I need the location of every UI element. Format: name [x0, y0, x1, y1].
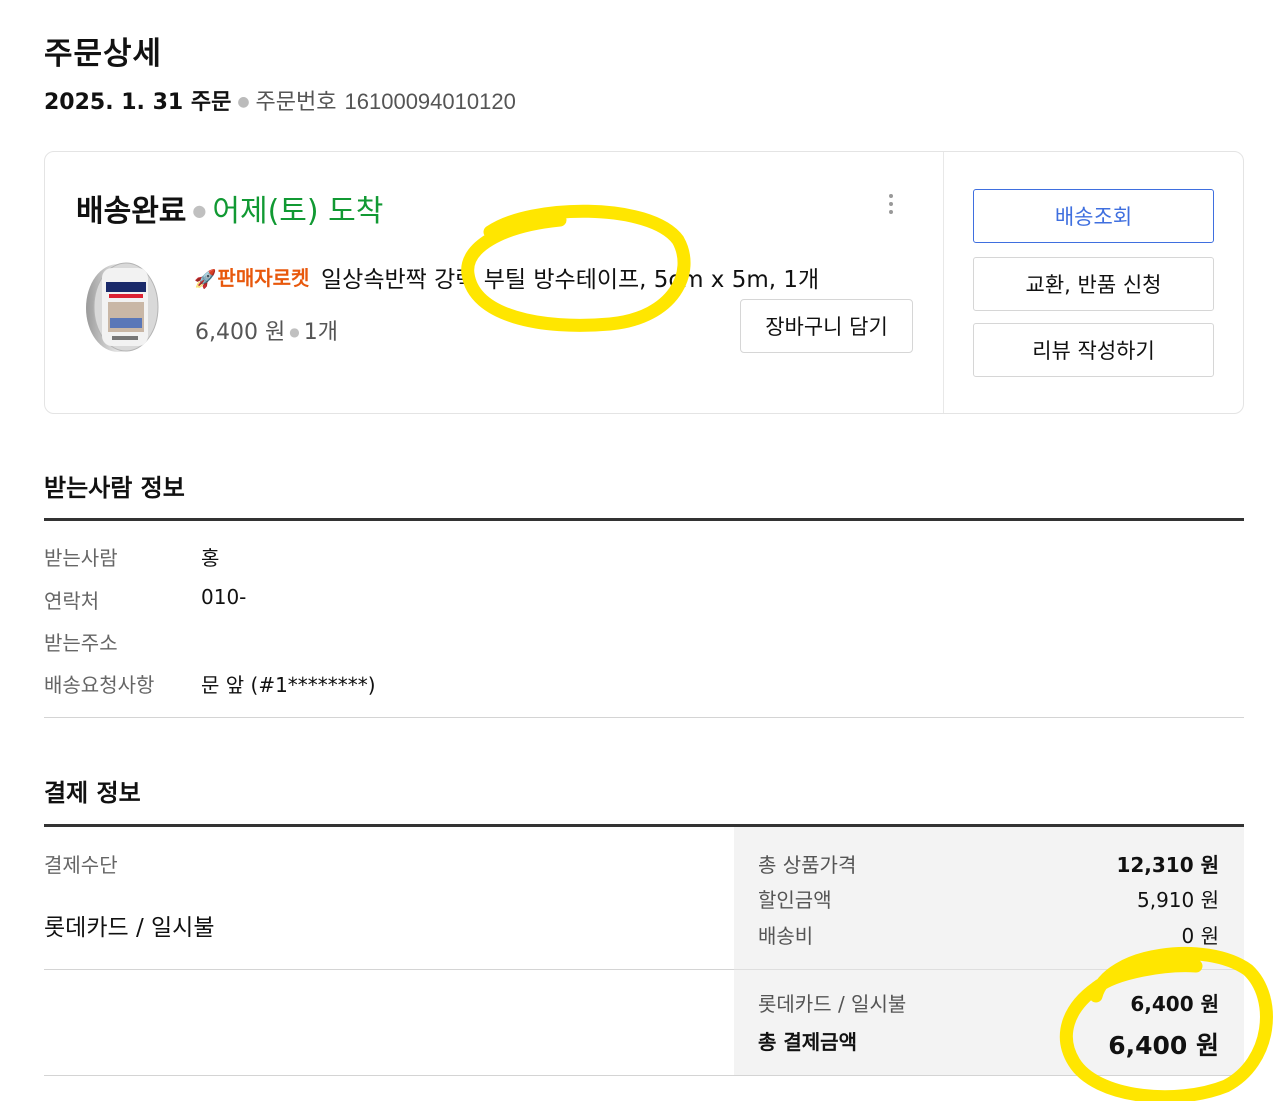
contact-label: 연락처	[44, 589, 100, 613]
badge-label: 판매자로켓	[217, 266, 310, 290]
delivery-request-label: 배송요청사항	[44, 673, 155, 697]
seller-rocket-badge: 🚀판매자로켓	[194, 262, 309, 291]
product-price-line: 6,400 원 ● 1개	[195, 314, 338, 346]
product-quantity: 1개	[303, 320, 338, 345]
section-divider	[44, 1075, 1244, 1076]
product-image[interactable]	[82, 260, 162, 355]
recipient-name-value: 홍	[201, 546, 220, 570]
order-card: 배송완료 ● 어제(토) 도착 🚀판매자로켓 일상속반짝 강력 부틸 방수테이프, …	[44, 151, 1244, 414]
rocket-icon: 🚀	[194, 269, 217, 290]
order-date: 2025. 1. 31 주문	[44, 90, 232, 115]
page-title: 주문상세	[44, 36, 163, 72]
grand-total-label: 총 결제금액	[758, 1030, 857, 1054]
order-number: 16100094010120	[344, 89, 516, 114]
arrival-date: 어제(토) 도착	[212, 194, 384, 229]
discount-value: 5,910 원	[1136, 888, 1219, 912]
exchange-return-button[interactable]: 교환, 반품 신청	[973, 257, 1214, 311]
add-to-cart-button[interactable]: 장바구니 담기	[740, 299, 913, 353]
payment-section-title: 결제 정보	[44, 779, 141, 807]
card-divider	[943, 152, 944, 413]
card-payment-value: 6,400 원	[1130, 992, 1219, 1016]
address-label: 받는주소	[44, 631, 118, 655]
card-payment-label: 롯데카드 / 일시불	[758, 992, 907, 1016]
section-divider	[44, 969, 734, 970]
recipient-name-label: 받는사람	[44, 546, 118, 570]
order-meta: 2025. 1. 31 주문 ● 주문번호 16100094010120	[44, 84, 516, 116]
product-name[interactable]: 일상속반짝 강력 부틸 방수테이프, 5cm x 5m, 1개	[321, 260, 819, 294]
contact-value: 010-	[201, 585, 247, 609]
section-divider	[44, 518, 1244, 521]
total-product-label: 총 상품가격	[758, 853, 857, 877]
delivery-request-value: 문 앞 (#1********)	[201, 673, 376, 697]
section-divider	[44, 717, 1244, 718]
total-product-value: 12,310 원	[1116, 853, 1219, 877]
recipient-section-title: 받는사람 정보	[44, 474, 185, 502]
shipping-value: 0 원	[1181, 924, 1219, 948]
payment-method-label: 결제수단	[44, 853, 118, 877]
summary-divider	[734, 969, 1244, 970]
separator-dot: ●	[237, 94, 250, 110]
discount-label: 할인금액	[758, 888, 832, 912]
write-review-button[interactable]: 리뷰 작성하기	[973, 323, 1214, 377]
separator-dot: ●	[289, 325, 300, 339]
delivery-status: 배송완료 ● 어제(토) 도착	[76, 186, 383, 230]
payment-summary: 총 상품가격 12,310 원 할인금액 5,910 원 배송비 0 원 롯데카…	[734, 827, 1244, 1076]
more-options-icon[interactable]	[883, 190, 899, 220]
product-price: 6,400 원	[195, 320, 286, 345]
payment-method-value: 롯데카드 / 일시불	[44, 915, 215, 941]
separator-dot: ●	[192, 201, 207, 220]
shipping-label: 배송비	[758, 924, 814, 948]
status-label: 배송완료	[76, 194, 187, 229]
grand-total-value: 6,400 원	[1108, 1031, 1219, 1060]
track-delivery-button[interactable]: 배송조회	[973, 189, 1214, 243]
order-number-label: 주문번호	[255, 90, 337, 115]
